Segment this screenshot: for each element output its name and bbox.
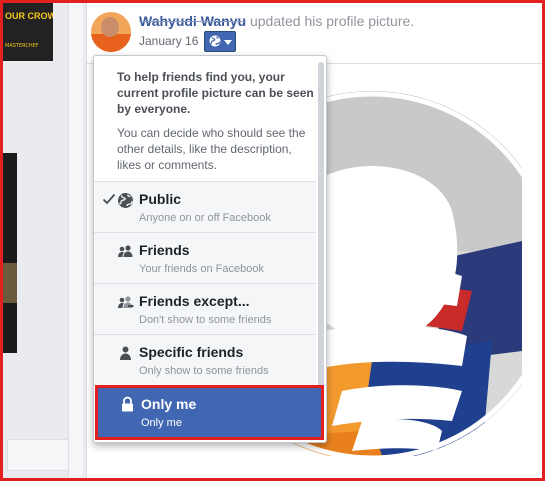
privacy-info: To help friends find you, your current p…	[117, 69, 317, 173]
left-scrollbar[interactable]	[68, 3, 83, 478]
sidebar-thumbnail-2[interactable]	[3, 263, 17, 303]
privacy-option-friends-except[interactable]: Friends except... Don't show to some fri…	[94, 283, 316, 334]
post-date[interactable]: January 16	[139, 34, 198, 48]
privacy-info-heading: To help friends find you, your current p…	[117, 70, 314, 116]
option-title: Only me	[141, 396, 197, 412]
globe-icon	[118, 193, 133, 208]
option-title: Friends	[139, 242, 190, 258]
ad-headline: OUR CROWN	[5, 11, 53, 21]
option-description: Only show to some friends	[139, 365, 269, 377]
checkmark-icon	[102, 193, 116, 205]
specific-friend-icon	[120, 346, 131, 360]
option-title: Public	[139, 191, 182, 207]
option-title: Friends except...	[139, 293, 250, 309]
dropdown-scrollbar[interactable]	[318, 62, 324, 436]
option-description: Don't show to some friends	[139, 314, 272, 326]
option-title: Specific friends	[139, 344, 244, 360]
option-description: Anyone on or off Facebook	[139, 212, 271, 224]
privacy-dropdown: To help friends find you, your current p…	[93, 55, 327, 443]
privacy-option-specific-friends[interactable]: Specific friends Only show to some frien…	[94, 334, 316, 385]
left-footer-box	[7, 439, 69, 471]
lock-icon	[122, 396, 133, 412]
post-header: Wahyudi Wanyu updated his profile pictur…	[139, 13, 414, 29]
author-name[interactable]: Wahyudi Wanyu	[139, 13, 246, 29]
option-description: Your friends on Facebook	[139, 263, 264, 275]
globe-icon	[209, 35, 221, 47]
author-avatar[interactable]	[91, 12, 131, 52]
post-card: Wahyudi Wanyu updated his profile pictur…	[86, 3, 543, 478]
audience-selector-button[interactable]	[204, 31, 236, 52]
left-column: OUR CROWN MASTERCHEF	[3, 3, 83, 478]
post-action: updated his profile picture.	[249, 13, 415, 29]
privacy-option-public[interactable]: Public Anyone on or off Facebook	[94, 181, 316, 232]
sidebar-ad-image[interactable]: OUR CROWN MASTERCHEF	[3, 3, 53, 61]
friends-icon	[118, 245, 133, 257]
privacy-option-only-me[interactable]: Only me Only me	[95, 385, 324, 440]
friends-except-icon	[118, 296, 134, 308]
option-description: Only me	[141, 417, 182, 429]
privacy-info-body: You can decide who should see the other …	[117, 126, 306, 172]
chevron-down-icon	[224, 40, 232, 45]
ad-caption: MASTERCHEF	[5, 43, 39, 49]
privacy-option-friends[interactable]: Friends Your friends on Facebook	[94, 232, 316, 283]
sidebar-thumbnail[interactable]	[3, 153, 17, 353]
